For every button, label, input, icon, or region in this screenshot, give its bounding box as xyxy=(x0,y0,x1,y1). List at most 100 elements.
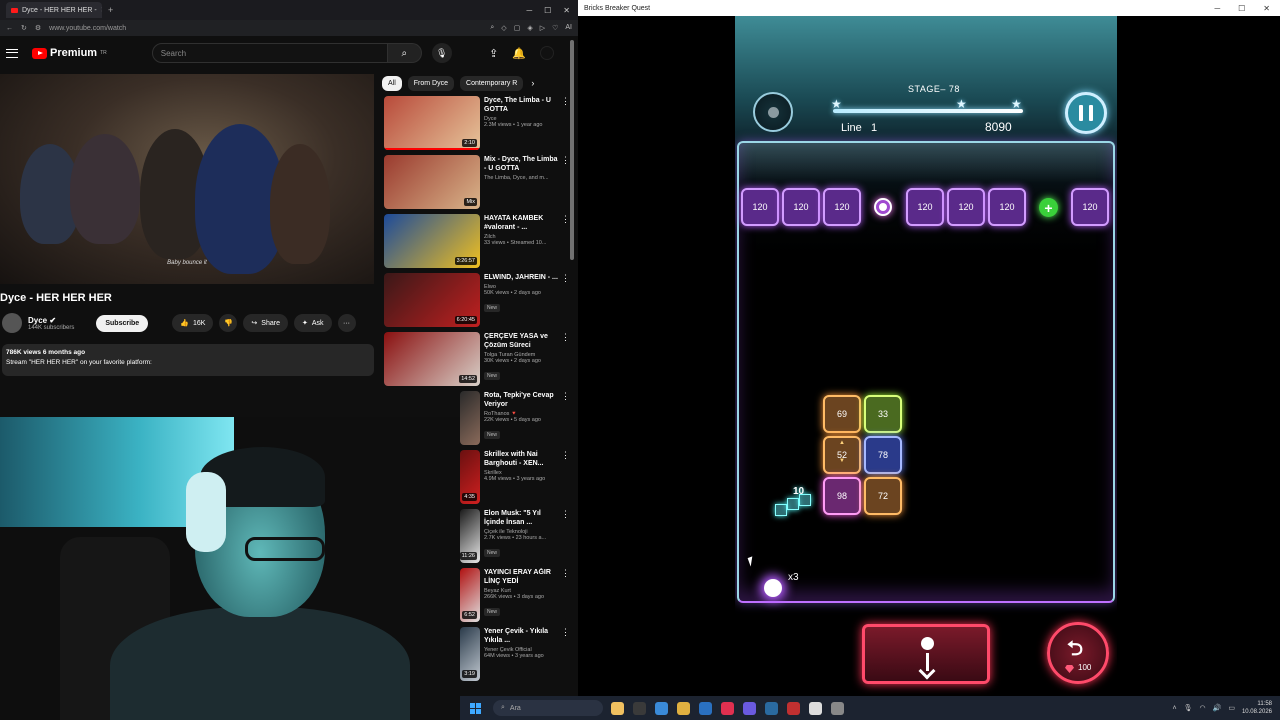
extension-icon[interactable]: ▢ xyxy=(514,24,521,32)
rec-thumbnail[interactable]: 3:19 xyxy=(460,627,480,681)
rec-new-badge: New xyxy=(484,304,501,312)
voice-search-button[interactable]: 🎙 xyxy=(431,43,452,63)
ask-button[interactable]: ✦ Ask xyxy=(293,314,332,332)
taskbar-app-icon[interactable] xyxy=(633,701,646,715)
rec-thumbnail[interactable]: 11:26 xyxy=(460,509,480,563)
pause-button[interactable] xyxy=(1065,92,1107,134)
rec-thumbnail[interactable]: 3:26:57 xyxy=(384,214,480,268)
taskbar-app-icon[interactable] xyxy=(611,701,624,715)
scrollbar-thumb[interactable] xyxy=(570,40,574,260)
ai-extension[interactable]: AI xyxy=(565,24,572,32)
extension-icon[interactable]: ◇ xyxy=(501,24,506,32)
chevron-up-icon[interactable]: ˄ xyxy=(1173,705,1177,712)
channel-avatar[interactable] xyxy=(2,313,22,333)
start-button[interactable] xyxy=(470,702,481,714)
video-title: Dyce - HER HER HER xyxy=(0,292,112,304)
url-field[interactable]: www.youtube.com/watch xyxy=(49,25,482,32)
share-icon: ↪ xyxy=(251,320,258,327)
upload-icon[interactable]: ⇪ xyxy=(489,47,498,60)
desktop: Dyce - HER HER HER - ✕ + ─ ☐ ✕ ← ↻ ⚙ www… xyxy=(0,0,1280,720)
rec-title: ÇERÇEVE YASA ve Çözüm Süreci xyxy=(484,333,548,349)
menu-icon[interactable] xyxy=(6,48,18,58)
rec-video-item[interactable]: 2:10 Dyce, The Limba - U GOTTA Dyce 2.3M vi… xyxy=(384,96,570,155)
bell-icon[interactable]: 🔔 xyxy=(512,47,526,60)
rec-new-badge: New xyxy=(484,431,501,439)
share-label: Share xyxy=(261,319,280,327)
dislike-button[interactable]: 👎 xyxy=(219,314,238,332)
rec-video-item[interactable]: Mix Mix - Dyce, The Limba - U GOTTA The Li… xyxy=(384,155,570,214)
taskbar-app-icon[interactable] xyxy=(743,701,756,715)
rec-thumbnail[interactable]: 2:10 xyxy=(384,96,480,150)
back-icon[interactable]: ← xyxy=(6,25,13,32)
more-actions-button[interactable]: ··· xyxy=(337,314,356,332)
wifi-icon[interactable]: ◠ xyxy=(1200,704,1206,712)
rec-video-item[interactable]: 6:20:45 ELWIND, JAHREIN ‐ ... Elwo 50K view… xyxy=(384,273,570,332)
heart-icon[interactable]: ♡ xyxy=(552,24,558,32)
taskbar-app-icon[interactable] xyxy=(765,701,778,715)
close-icon[interactable]: ✕ xyxy=(563,6,570,15)
rec-thumbnail[interactable]: Mix xyxy=(384,155,480,209)
gem-icon xyxy=(1065,665,1074,673)
game-window: Bricks Breaker Quest ─ ☐ ✕ STAGE‒ 78 ★ ★… xyxy=(578,0,1280,720)
mic-icon[interactable]: 🎙 xyxy=(1184,704,1193,712)
rec-meta: 4.9M views • 3 years ago xyxy=(484,476,546,482)
shield-icon[interactable]: ◈ xyxy=(527,24,532,32)
taskbar-app-icon[interactable] xyxy=(655,701,668,715)
rec-video-item[interactable]: 14:52 ÇERÇEVE YASA ve Çözüm Süreci Tolga T… xyxy=(384,332,570,391)
search-button[interactable]: ⌕ xyxy=(387,43,422,63)
tab-close-icon[interactable]: ✕ xyxy=(101,6,102,14)
share-button[interactable]: ↪ Share xyxy=(243,314,288,332)
account-avatar[interactable] xyxy=(540,46,554,60)
battery-icon[interactable]: ▭ xyxy=(1228,704,1235,712)
chevron-right-icon[interactable]: › xyxy=(531,78,534,88)
channel-name[interactable]: Dyce ✔ xyxy=(28,316,74,325)
maximize-icon[interactable]: ☐ xyxy=(544,6,551,15)
video-player[interactable]: Baby bounce it xyxy=(0,74,374,284)
chip-contemporary[interactable]: Contemporary R xyxy=(460,75,524,91)
zoom-icon[interactable]: ⌕ xyxy=(490,24,494,32)
taskbar-app-icon[interactable] xyxy=(677,701,690,715)
chip-all[interactable]: All xyxy=(382,75,402,91)
rec-thumbnail[interactable]: 4:35 xyxy=(460,450,480,504)
minimize-icon[interactable]: ─ xyxy=(526,6,532,15)
new-tab-button[interactable]: + xyxy=(108,5,113,15)
taskbar-app-icon[interactable] xyxy=(787,701,800,715)
search-input[interactable]: Search xyxy=(151,43,388,63)
tab-youtube[interactable]: Dyce - HER HER HER - ✕ xyxy=(6,2,102,18)
chip-from-channel[interactable]: From Dyce xyxy=(407,75,455,91)
site-info-icon[interactable]: ⚙ xyxy=(35,24,41,32)
volume-icon[interactable]: 🔊 xyxy=(1213,704,1222,712)
minimize-icon[interactable]: ─ xyxy=(1214,4,1220,13)
game-window-controls: ─ ☐ ✕ xyxy=(1214,4,1280,13)
subscribe-button[interactable]: Subscribe xyxy=(96,314,149,332)
taskbar-app-icon[interactable] xyxy=(699,701,712,715)
play-extension-icon[interactable]: ▷ xyxy=(540,24,545,32)
game-canvas[interactable]: STAGE‒ 78 ★ ★ ★ Line 1 8090 120 120 120 120… xyxy=(735,16,1117,696)
taskbar-app-icon[interactable] xyxy=(721,701,734,715)
undo-button[interactable]: ⮌ 100 xyxy=(1047,622,1109,684)
like-button[interactable]: 👍 16K xyxy=(172,314,214,332)
rec-thumbnail[interactable]: 6:52 xyxy=(460,568,480,622)
rec-duration: 2:10 xyxy=(462,139,477,147)
extensions-bar: ⌕ ◇ ▢ ◈ ▷ ♡ AI xyxy=(490,24,572,32)
taskbar-search[interactable]: ⌕ Ara xyxy=(493,700,603,716)
youtube-logo[interactable]: Premium TR xyxy=(32,47,107,59)
close-icon[interactable]: ✕ xyxy=(1263,4,1270,13)
taskbar: ⌕ Ara ˄ 🎙 ◠ 🔊 ▭ 11:58 10.08.2026 xyxy=(460,696,1280,720)
taskbar-app-icon[interactable] xyxy=(809,701,822,715)
rec-thumbnail[interactable]: 6:20:45 xyxy=(384,273,480,327)
star-icon: ★ xyxy=(831,97,842,111)
drop-balls-button[interactable] xyxy=(862,624,990,684)
clock[interactable]: 11:58 10.08.2026 xyxy=(1242,700,1272,716)
rec-title: YAYINCI ERAY AĞIR LİNÇ YEDİ xyxy=(484,569,551,585)
ball-skin-button[interactable] xyxy=(753,92,793,132)
maximize-icon[interactable]: ☐ xyxy=(1238,4,1245,13)
taskbar-app-icon[interactable] xyxy=(831,701,844,715)
rec-video-item[interactable]: 3:26:57 HAYATA KAMBEK #valorant ‐ ... Zilc… xyxy=(384,214,570,273)
reload-icon[interactable]: ↻ xyxy=(21,24,27,32)
scrollbar[interactable] xyxy=(569,40,575,690)
rec-thumbnail[interactable] xyxy=(460,391,480,445)
rec-thumbnail[interactable]: 14:52 xyxy=(384,332,480,386)
video-description[interactable]: 786K views 6 months ago Stream "HER HER … xyxy=(2,344,374,376)
logo-text: Premium xyxy=(50,47,98,59)
